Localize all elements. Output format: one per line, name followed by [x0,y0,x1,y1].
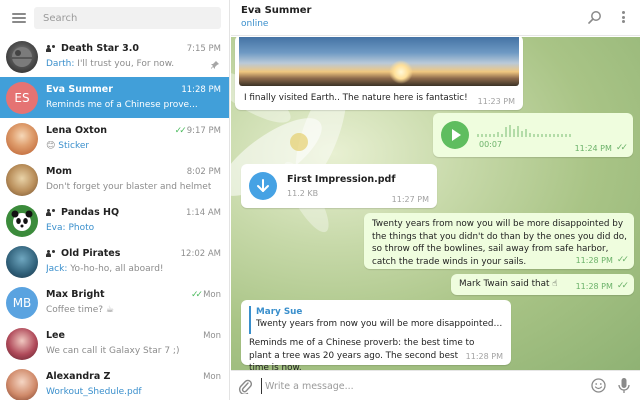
chat-time: 11:28 PM [181,84,221,95]
chat-preview: 😊 Sticker [46,140,90,151]
chat-name: Lena Oxton [46,124,108,136]
avatar [6,245,38,278]
file-name[interactable]: First Impression.pdf [287,174,396,185]
more-options-icon[interactable] [616,10,630,24]
reply-preview: Twenty years from now you will be more d… [256,319,504,329]
message-text: Mark Twain said that ☝ [459,279,558,289]
contact-name[interactable]: Eva Summer [241,5,311,16]
waveform[interactable] [477,123,577,137]
avatar [6,40,38,73]
chat-item-eva-summer[interactable]: ES Eva Summer 11:28 PM Reminds me of a C… [0,77,229,118]
download-icon[interactable] [249,172,277,200]
message-time: 11:28 PM ✓✓ [575,281,629,291]
chat-time: Mon [203,330,221,341]
chat-time: ✓✓ 9:17 PM [174,125,221,136]
group-icon [46,44,57,52]
chat-name: Eva Summer [46,83,113,95]
group-icon [46,249,57,257]
chat-time: 1:14 AM [186,207,221,218]
chat-time: ✓✓ Mon [190,289,221,300]
photo-caption: I finally visited Earth.. The nature her… [244,93,468,103]
read-ticks-icon: ✓✓ [616,255,629,265]
chat-item-alexandra-z[interactable]: Alexandra Z Mon Workout_Shedule.pdf [0,364,229,400]
sidebar-top-bar [0,0,229,36]
avatar [6,368,38,400]
message-input[interactable] [261,378,561,394]
chat-name: Mom [46,165,72,177]
message-time: 11:24 PM ✓✓ [574,143,628,153]
hamburger-menu-icon[interactable] [12,13,26,23]
message-time: 11:28 PM ✓✓ [575,255,629,265]
smile-emoji-icon: 😊 [46,140,56,151]
chat-header: Eva Summer online [231,0,640,36]
read-ticks-icon: ✓✓ [616,281,629,291]
search-icon[interactable] [588,10,602,24]
chat-item-old-pirates[interactable]: Old Pirates 12:02 AM Jack: Yo-ho-ho, all… [0,241,229,282]
chat-name: Alexandra Z [46,370,111,382]
chat-list-sidebar: Death Star 3.0 7:15 PM Darth: I'll trust… [0,0,230,400]
reply-author: Mary Sue [256,307,303,317]
quote-message[interactable]: Twenty years from now you will be more d… [364,213,634,269]
avatar [6,163,38,196]
earth-photo[interactable] [239,37,519,86]
chat-preview: Coffee time? ☕ [46,304,114,315]
read-ticks-icon: ✓✓ [615,143,628,153]
chat-name: Old Pirates [46,248,120,259]
emoji-icon[interactable] [591,378,606,393]
message-area[interactable]: I finally visited Earth.. The nature her… [231,37,640,370]
play-icon[interactable] [441,121,469,149]
search-input[interactable] [43,12,221,24]
microphone-icon[interactable] [618,377,630,395]
chat-item-mom[interactable]: Mom 8:02 PM Don't forget your blaster an… [0,159,229,200]
chat-time: 7:15 PM [186,43,221,54]
chat-item-lena-oxton[interactable]: Lena Oxton ✓✓ 9:17 PM 😊 Sticker [0,118,229,159]
chat-preview: Darth: I'll trust you, For now. [46,58,175,69]
group-icon [46,208,57,216]
chat-preview: Eva: Photo [46,222,95,233]
chat-item-lee[interactable]: Lee Mon We can call it Galaxy Star 7 ;) [0,323,229,364]
chat-item-pandas-hq[interactable]: Pandas HQ 1:14 AM Eva: Photo [0,200,229,241]
death-star-avatar-icon [12,46,32,67]
chat-preview: Don't forget your blaster and helmet [46,181,212,192]
pin-icon [211,60,219,69]
chat-name: Lee [46,329,65,341]
author-message[interactable]: Mark Twain said that ☝ 11:28 PM ✓✓ [451,274,634,295]
chat-preview: Workout_Shedule.pdf [46,386,142,397]
avatar: ES [6,81,38,114]
avatar [6,122,38,155]
attach-icon[interactable] [238,378,252,394]
contact-status: online [241,19,269,29]
search-box[interactable] [34,7,221,29]
chat-time: 8:02 PM [186,166,221,177]
avatar: MB [6,286,38,319]
read-ticks-icon: ✓✓ [190,289,203,300]
avatar [6,204,38,237]
file-message[interactable]: First Impression.pdf 11.2 KB 11:27 PM [241,164,437,208]
reply-message[interactable]: Mary Sue Twenty years from now you will … [241,300,511,370]
photo-message[interactable]: I finally visited Earth.. The nature her… [235,37,523,110]
reply-quote[interactable]: Mary Sue Twenty years from now you will … [249,306,504,334]
voice-message[interactable]: 00:07 11:24 PM ✓✓ [433,113,633,157]
read-ticks-icon: ✓✓ [174,125,187,136]
file-size: 11.2 KB [287,189,319,198]
chat-name: Death Star 3.0 [46,43,139,54]
chat-preview: Reminds me of a Chinese prove... [46,99,198,110]
message-time: 11:28 PM [465,352,503,361]
chat-preview: We can call it Galaxy Star 7 ;) [46,345,180,356]
chat-time: Mon [203,371,221,382]
panda-avatar-icon [11,210,33,231]
chat-name: Pandas HQ [46,207,119,218]
message-text: Reminds me of a Chinese proverb: the bes… [249,338,475,370]
chat-item-death-star[interactable]: Death Star 3.0 7:15 PM Darth: I'll trust… [0,36,229,77]
composer [231,370,640,400]
chat-name: Max Bright [46,288,105,300]
voice-duration: 00:07 [479,140,503,149]
chat-item-max-bright[interactable]: MB Max Bright ✓✓ Mon Coffee time? ☕ [0,282,229,323]
avatar [6,327,38,360]
chat-time: 12:02 AM [180,248,221,259]
chat-preview: Jack: Yo-ho-ho, all aboard! [46,263,164,274]
message-time: 11:27 PM [391,195,429,204]
message-time: 11:23 PM [477,97,515,106]
